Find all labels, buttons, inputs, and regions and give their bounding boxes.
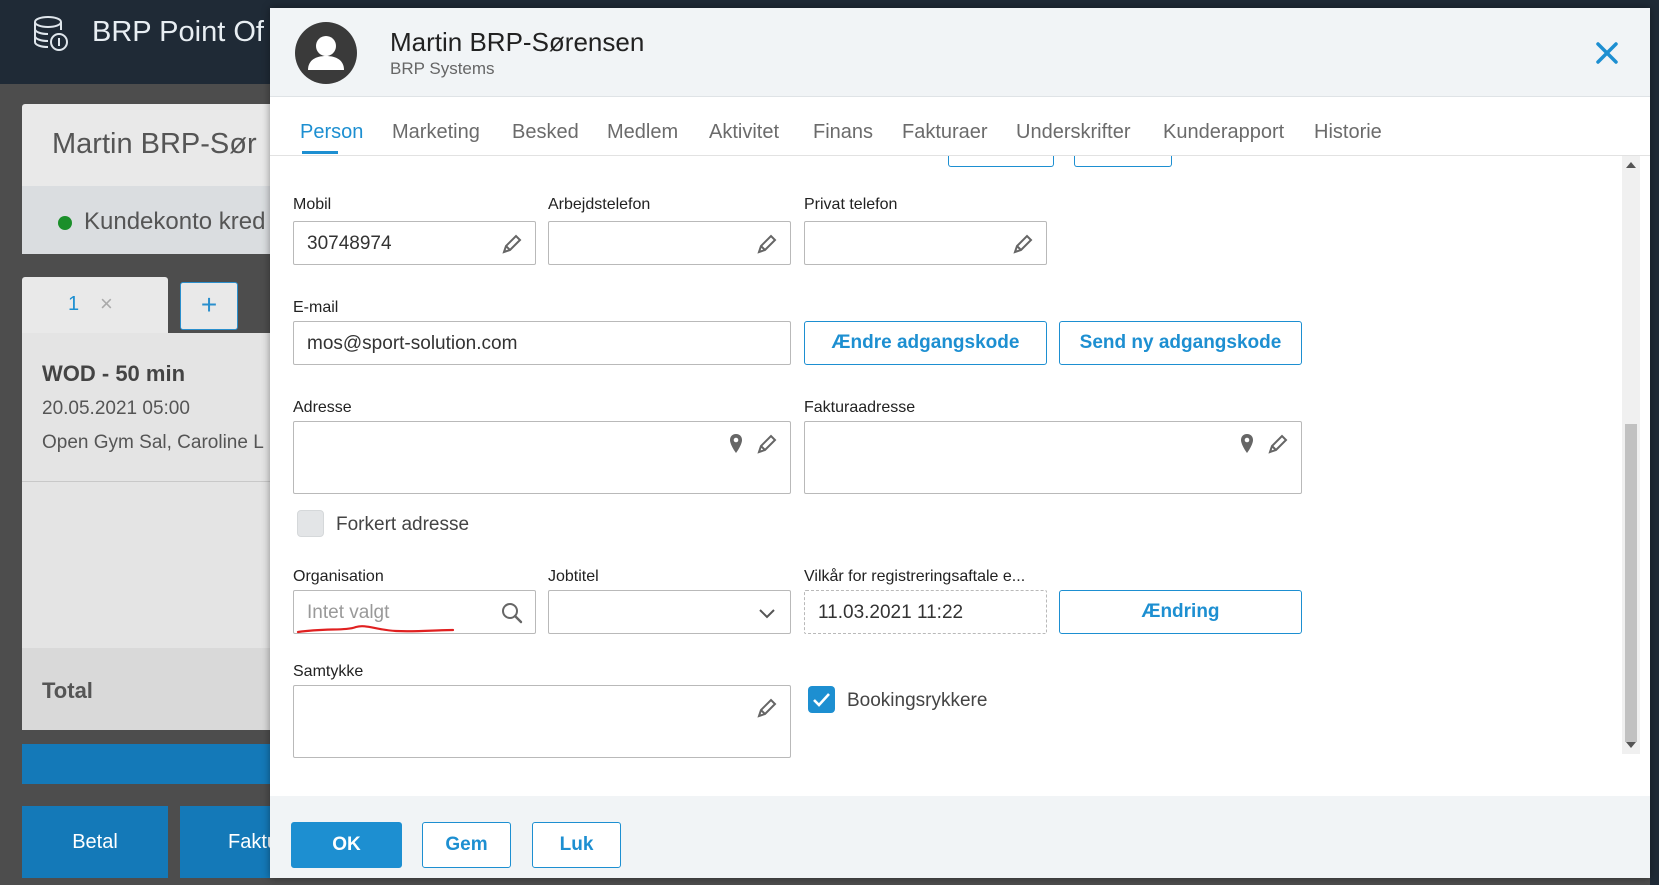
tab-marketing[interactable]: Marketing — [392, 121, 480, 144]
cart-tab[interactable]: 1 × — [22, 277, 168, 333]
total-label: Total — [42, 678, 93, 703]
organisation-label: Organisation — [293, 568, 384, 585]
work-phone-label: Arbejdstelefon — [548, 196, 651, 213]
ok-button[interactable]: OK — [291, 822, 402, 868]
tab-medlem[interactable]: Medlem — [607, 121, 678, 144]
consent-field[interactable] — [293, 685, 791, 758]
terms-date-value: 11.03.2021 11:22 — [818, 602, 964, 623]
terms-label: Vilkår for registreringsaftale e... — [804, 568, 1026, 585]
customer-dialog: Martin BRP-Sørensen BRP Systems Person M… — [270, 8, 1650, 878]
tab-aktivitet[interactable]: Aktivitet — [709, 121, 779, 144]
scrolled-button-fragment[interactable] — [948, 156, 1054, 167]
status-dot-icon — [58, 216, 72, 230]
address-field[interactable] — [293, 421, 791, 494]
private-phone-field[interactable] — [804, 221, 1047, 265]
billing-address-field[interactable] — [804, 421, 1302, 494]
account-status-text: Kundekonto kred — [84, 208, 266, 235]
tab-kunderapport[interactable]: Kunderapport — [1163, 121, 1284, 144]
scrollbar[interactable] — [1622, 156, 1640, 754]
red-underline-annotation — [296, 625, 455, 634]
scroll-up-arrow-icon[interactable] — [1626, 162, 1636, 168]
tab-besked[interactable]: Besked — [512, 121, 579, 144]
pencil-icon[interactable] — [755, 432, 779, 456]
dialog-footer: OK Gem Luk — [270, 796, 1650, 878]
active-tab-indicator — [302, 151, 338, 154]
person-name: Martin BRP-Sørensen — [390, 27, 645, 57]
job-title-label: Jobtitel — [548, 568, 599, 585]
pay-button[interactable]: Betal — [22, 806, 168, 878]
person-form: Mobil 30748974 Arbejdstelefon Privat tel… — [270, 156, 1650, 796]
add-cart-tab-button[interactable]: + — [180, 282, 238, 330]
tab-historie[interactable]: Historie — [1314, 121, 1382, 144]
dialog-tabs: Person Marketing Besked Medlem Aktivitet… — [270, 97, 1650, 156]
mobile-value: 30748974 — [307, 233, 392, 254]
address-label: Adresse — [293, 399, 352, 416]
pencil-icon[interactable] — [1266, 432, 1290, 456]
person-organization: BRP Systems — [390, 59, 495, 78]
tab-underskrifter[interactable]: Underskrifter — [1016, 121, 1130, 144]
pencil-icon[interactable] — [755, 696, 779, 720]
pencil-icon[interactable] — [500, 232, 524, 256]
tab-finans[interactable]: Finans — [813, 121, 873, 144]
scrollbar-thumb[interactable] — [1625, 424, 1637, 742]
map-pin-icon[interactable] — [1235, 432, 1259, 456]
window-edge — [1650, 0, 1659, 885]
close-icon[interactable] — [1592, 38, 1622, 68]
terms-date-field: 11.03.2021 11:22 — [804, 590, 1047, 634]
wrong-address-checkbox[interactable] — [297, 510, 324, 537]
dialog-header: Martin BRP-Sørensen BRP Systems — [270, 8, 1650, 97]
close-button[interactable]: Luk — [532, 822, 621, 868]
mobile-label: Mobil — [293, 196, 332, 213]
app-title: BRP Point Of — [92, 16, 264, 48]
tab-fakturaer[interactable]: Fakturaer — [902, 121, 988, 144]
order-item-title: WOD - 50 min — [42, 361, 186, 386]
job-title-select[interactable] — [548, 590, 791, 634]
organisation-placeholder: Intet valgt — [307, 602, 390, 623]
tab-person[interactable]: Person — [300, 121, 363, 144]
scrolled-button-fragment[interactable] — [1074, 156, 1172, 167]
billing-address-label: Fakturaadresse — [804, 399, 916, 416]
checkmark-icon — [813, 693, 830, 707]
save-button[interactable]: Gem — [422, 822, 511, 868]
chevron-down-icon — [755, 601, 779, 625]
mobile-field[interactable]: 30748974 — [293, 221, 536, 265]
order-item-date: 20.05.2021 05:00 — [42, 398, 190, 419]
scroll-down-arrow-icon[interactable] — [1626, 742, 1636, 748]
cart-tab-number: 1 — [68, 293, 80, 315]
change-terms-button[interactable]: Ændring — [1059, 590, 1302, 634]
map-pin-icon[interactable] — [724, 432, 748, 456]
email-value: mos@sport-solution.com — [307, 333, 518, 354]
email-label: E-mail — [293, 299, 339, 316]
pencil-icon[interactable] — [755, 232, 779, 256]
email-field[interactable]: mos@sport-solution.com — [293, 321, 791, 365]
cart-tab-close-icon[interactable]: × — [100, 291, 113, 317]
work-phone-field[interactable] — [548, 221, 791, 265]
wrong-address-label: Forkert adresse — [336, 514, 470, 535]
private-phone-label: Privat telefon — [804, 196, 898, 213]
change-password-button[interactable]: Ændre adgangskode — [804, 321, 1047, 365]
booking-reminder-label: Bookingsrykkere — [847, 690, 988, 711]
order-item-location: Open Gym Sal, Caroline L — [42, 432, 264, 453]
booking-reminder-checkbox[interactable] — [808, 686, 835, 713]
send-new-password-button[interactable]: Send ny adgangskode — [1059, 321, 1302, 365]
avatar-icon — [295, 22, 357, 84]
pencil-icon[interactable] — [1011, 232, 1035, 256]
coins-logo-icon — [30, 14, 70, 54]
customer-name: Martin BRP-Sør — [52, 128, 257, 160]
search-icon[interactable] — [500, 601, 524, 625]
consent-label: Samtykke — [293, 663, 364, 680]
